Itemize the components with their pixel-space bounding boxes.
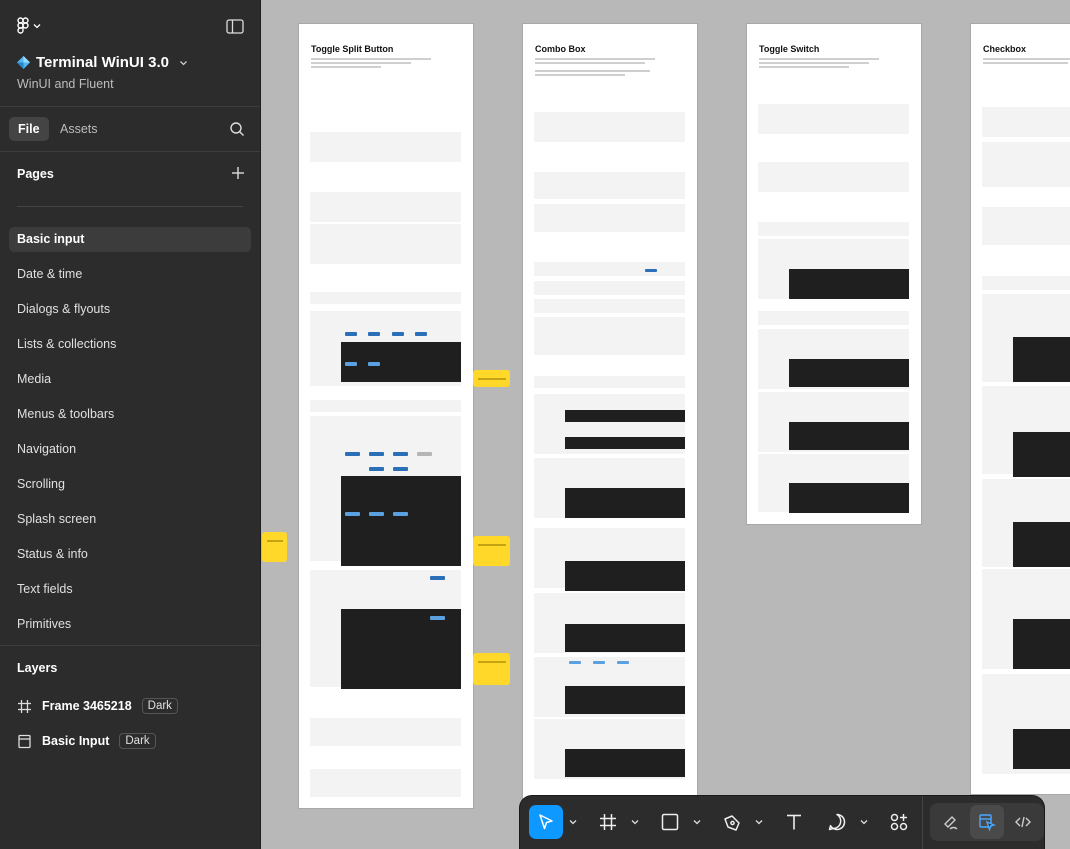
actions-tool-button[interactable] [882, 805, 916, 839]
toolbar-divider [922, 796, 923, 849]
page-item[interactable]: Splash screen [9, 507, 251, 532]
tab-assets[interactable]: Assets [51, 117, 107, 141]
layer-item-page[interactable]: Basic Input Dark [17, 733, 156, 749]
chevron-down-icon [179, 60, 187, 65]
text-icon [787, 814, 801, 830]
pages-divider [17, 206, 243, 207]
frame-combo-box[interactable]: Combo Box [523, 24, 697, 808]
page-item[interactable]: Text fields [9, 577, 251, 602]
sticky-note[interactable] [473, 536, 510, 566]
sticky-note[interactable] [473, 370, 510, 387]
page-item[interactable]: Menus & toolbars [9, 402, 251, 427]
pen-tool-button[interactable] [715, 805, 749, 839]
comment-icon [828, 813, 846, 831]
page-item[interactable]: Basic input [9, 227, 251, 252]
page-item[interactable]: Dialogs & flyouts [9, 297, 251, 322]
layers-panel: Layers Frame 3465218 Dark Basic Input Da… [0, 645, 260, 749]
frame-icon [18, 699, 31, 713]
page-item[interactable]: Media [9, 367, 251, 392]
rectangle-tool-button[interactable] [653, 805, 687, 839]
layers-label: Layers [17, 661, 58, 675]
page-item[interactable]: Scrolling [9, 472, 251, 497]
design-canvas[interactable]: Toggle Split Button Combo Box Toggle Swi… [262, 0, 1070, 849]
left-sidebar: Terminal WinUI 3.0 WinUI and Fluent File… [0, 0, 261, 849]
layer-mode-badge: Dark [141, 698, 178, 714]
page-item[interactable]: Primitives [9, 612, 251, 637]
page-list: Basic input Date & time Dialogs & flyouts L… [0, 227, 260, 637]
layer-mode-badge: Dark [119, 733, 156, 749]
page-item[interactable]: Status & info [9, 542, 251, 567]
chevron-down-icon[interactable] [755, 818, 763, 826]
page-item[interactable]: Lists & collections [9, 332, 251, 357]
design-icon [979, 814, 996, 831]
draw-icon [944, 816, 958, 830]
dev-mode-button[interactable] [1006, 805, 1040, 839]
frame-title: Toggle Switch [759, 44, 820, 54]
chevron-down-icon[interactable] [631, 818, 639, 826]
page-item[interactable]: Date & time [9, 262, 251, 287]
main-menu-button[interactable] [17, 17, 41, 34]
frame-title: Checkbox [983, 44, 1027, 54]
layer-item-frame[interactable]: Frame 3465218 Dark [17, 698, 178, 714]
pages-label: Pages [17, 167, 54, 181]
layer-name: Basic Input [42, 734, 110, 748]
frame-title: Combo Box [535, 44, 586, 54]
figma-logo-icon [17, 17, 29, 34]
page-icon [18, 734, 31, 748]
toggle-sidebar-icon[interactable] [226, 19, 244, 34]
page-item[interactable]: Navigation [9, 437, 251, 462]
pen-icon [724, 815, 740, 831]
frame-toggle-switch[interactable]: Toggle Switch [747, 24, 921, 524]
text-tool-button[interactable] [777, 805, 811, 839]
sticky-note[interactable] [473, 653, 510, 685]
frame-tool-button[interactable] [591, 805, 625, 839]
frame-toggle-split-button[interactable]: Toggle Split Button [299, 24, 473, 808]
actions-icon [890, 813, 908, 831]
chevron-down-icon[interactable] [860, 818, 868, 826]
project-subtitle: WinUI and Fluent [17, 77, 114, 91]
sidebar-tabs: File Assets [0, 107, 260, 152]
chevron-down-icon[interactable] [569, 818, 577, 826]
project-title-text: Terminal WinUI 3.0 [36, 54, 169, 71]
add-page-icon[interactable] [231, 166, 245, 180]
draw-mode-button[interactable] [934, 805, 968, 839]
sticky-note[interactable] [262, 532, 287, 562]
move-tool-button[interactable] [529, 805, 563, 839]
search-icon[interactable] [229, 121, 245, 137]
chevron-down-icon [33, 23, 41, 28]
frame-icon [600, 814, 616, 830]
cursor-icon [539, 814, 553, 830]
tab-file[interactable]: File [9, 117, 49, 141]
frame-title: Toggle Split Button [311, 44, 394, 54]
bottom-toolbar [520, 796, 1044, 849]
comment-tool-button[interactable] [820, 805, 854, 839]
frame-checkbox[interactable]: Checkbox [971, 24, 1070, 794]
mode-switcher [930, 803, 1044, 841]
design-mode-button[interactable] [970, 805, 1004, 839]
sidebar-header: Terminal WinUI 3.0 WinUI and Fluent [0, 0, 260, 107]
chevron-down-icon[interactable] [693, 818, 701, 826]
layer-name: Frame 3465218 [42, 699, 132, 713]
fluent-diamond-icon [17, 56, 30, 69]
rectangle-icon [661, 813, 679, 831]
project-title[interactable]: Terminal WinUI 3.0 [17, 54, 188, 71]
pages-header: Pages [0, 152, 260, 198]
code-icon [1015, 816, 1031, 828]
